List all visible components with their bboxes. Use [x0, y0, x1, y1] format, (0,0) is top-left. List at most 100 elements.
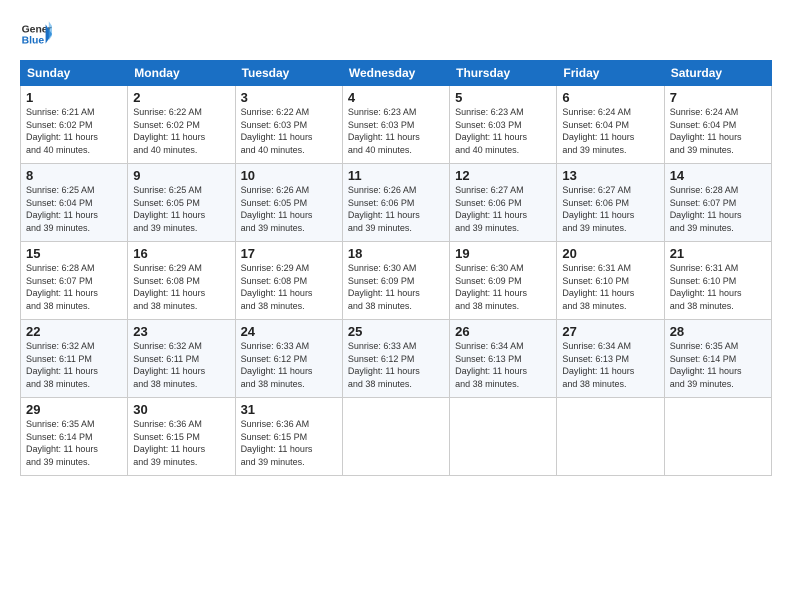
calendar-cell: 13Sunrise: 6:27 AMSunset: 6:06 PMDayligh… — [557, 164, 664, 242]
calendar-cell: 11Sunrise: 6:26 AMSunset: 6:06 PMDayligh… — [342, 164, 449, 242]
calendar-cell: 12Sunrise: 6:27 AMSunset: 6:06 PMDayligh… — [450, 164, 557, 242]
calendar-cell — [664, 398, 771, 476]
calendar-week-row: 29Sunrise: 6:35 AMSunset: 6:14 PMDayligh… — [21, 398, 772, 476]
cell-info: Sunrise: 6:28 AMSunset: 6:07 PMDaylight:… — [670, 184, 766, 234]
day-number: 19 — [455, 246, 551, 261]
calendar-cell: 18Sunrise: 6:30 AMSunset: 6:09 PMDayligh… — [342, 242, 449, 320]
cell-info: Sunrise: 6:28 AMSunset: 6:07 PMDaylight:… — [26, 262, 122, 312]
day-number: 1 — [26, 90, 122, 105]
day-number: 11 — [348, 168, 444, 183]
calendar-cell: 15Sunrise: 6:28 AMSunset: 6:07 PMDayligh… — [21, 242, 128, 320]
cell-info: Sunrise: 6:26 AMSunset: 6:05 PMDaylight:… — [241, 184, 337, 234]
cell-info: Sunrise: 6:33 AMSunset: 6:12 PMDaylight:… — [241, 340, 337, 390]
calendar-cell: 6Sunrise: 6:24 AMSunset: 6:04 PMDaylight… — [557, 86, 664, 164]
cell-info: Sunrise: 6:35 AMSunset: 6:14 PMDaylight:… — [26, 418, 122, 468]
calendar-header-wednesday: Wednesday — [342, 61, 449, 86]
day-number: 25 — [348, 324, 444, 339]
day-number: 23 — [133, 324, 229, 339]
day-number: 21 — [670, 246, 766, 261]
calendar-cell: 8Sunrise: 6:25 AMSunset: 6:04 PMDaylight… — [21, 164, 128, 242]
cell-info: Sunrise: 6:31 AMSunset: 6:10 PMDaylight:… — [562, 262, 658, 312]
calendar-week-row: 15Sunrise: 6:28 AMSunset: 6:07 PMDayligh… — [21, 242, 772, 320]
cell-info: Sunrise: 6:27 AMSunset: 6:06 PMDaylight:… — [455, 184, 551, 234]
cell-info: Sunrise: 6:24 AMSunset: 6:04 PMDaylight:… — [562, 106, 658, 156]
day-number: 20 — [562, 246, 658, 261]
day-number: 8 — [26, 168, 122, 183]
calendar-week-row: 8Sunrise: 6:25 AMSunset: 6:04 PMDaylight… — [21, 164, 772, 242]
day-number: 9 — [133, 168, 229, 183]
calendar-cell: 16Sunrise: 6:29 AMSunset: 6:08 PMDayligh… — [128, 242, 235, 320]
day-number: 18 — [348, 246, 444, 261]
calendar-cell: 26Sunrise: 6:34 AMSunset: 6:13 PMDayligh… — [450, 320, 557, 398]
day-number: 22 — [26, 324, 122, 339]
calendar-cell: 28Sunrise: 6:35 AMSunset: 6:14 PMDayligh… — [664, 320, 771, 398]
calendar-cell: 1Sunrise: 6:21 AMSunset: 6:02 PMDaylight… — [21, 86, 128, 164]
cell-info: Sunrise: 6:24 AMSunset: 6:04 PMDaylight:… — [670, 106, 766, 156]
day-number: 7 — [670, 90, 766, 105]
calendar-cell: 29Sunrise: 6:35 AMSunset: 6:14 PMDayligh… — [21, 398, 128, 476]
day-number: 24 — [241, 324, 337, 339]
cell-info: Sunrise: 6:34 AMSunset: 6:13 PMDaylight:… — [455, 340, 551, 390]
calendar-cell: 19Sunrise: 6:30 AMSunset: 6:09 PMDayligh… — [450, 242, 557, 320]
cell-info: Sunrise: 6:23 AMSunset: 6:03 PMDaylight:… — [348, 106, 444, 156]
calendar-header-thursday: Thursday — [450, 61, 557, 86]
calendar-cell: 27Sunrise: 6:34 AMSunset: 6:13 PMDayligh… — [557, 320, 664, 398]
day-number: 27 — [562, 324, 658, 339]
cell-info: Sunrise: 6:32 AMSunset: 6:11 PMDaylight:… — [26, 340, 122, 390]
calendar-cell: 7Sunrise: 6:24 AMSunset: 6:04 PMDaylight… — [664, 86, 771, 164]
day-number: 31 — [241, 402, 337, 417]
cell-info: Sunrise: 6:34 AMSunset: 6:13 PMDaylight:… — [562, 340, 658, 390]
day-number: 10 — [241, 168, 337, 183]
calendar-cell: 2Sunrise: 6:22 AMSunset: 6:02 PMDaylight… — [128, 86, 235, 164]
calendar-header-friday: Friday — [557, 61, 664, 86]
page: General Blue SundayMondayTuesdayWednesda… — [0, 0, 792, 612]
calendar-header-monday: Monday — [128, 61, 235, 86]
day-number: 15 — [26, 246, 122, 261]
calendar-cell: 10Sunrise: 6:26 AMSunset: 6:05 PMDayligh… — [235, 164, 342, 242]
calendar-header-sunday: Sunday — [21, 61, 128, 86]
logo-icon: General Blue — [20, 18, 52, 50]
calendar-header-saturday: Saturday — [664, 61, 771, 86]
cell-info: Sunrise: 6:35 AMSunset: 6:14 PMDaylight:… — [670, 340, 766, 390]
header: General Blue — [20, 18, 772, 50]
calendar-cell: 31Sunrise: 6:36 AMSunset: 6:15 PMDayligh… — [235, 398, 342, 476]
calendar-header-tuesday: Tuesday — [235, 61, 342, 86]
calendar-cell: 30Sunrise: 6:36 AMSunset: 6:15 PMDayligh… — [128, 398, 235, 476]
calendar-header-row: SundayMondayTuesdayWednesdayThursdayFrid… — [21, 61, 772, 86]
day-number: 4 — [348, 90, 444, 105]
svg-text:Blue: Blue — [22, 36, 45, 47]
cell-info: Sunrise: 6:22 AMSunset: 6:02 PMDaylight:… — [133, 106, 229, 156]
calendar-cell: 3Sunrise: 6:22 AMSunset: 6:03 PMDaylight… — [235, 86, 342, 164]
cell-info: Sunrise: 6:32 AMSunset: 6:11 PMDaylight:… — [133, 340, 229, 390]
calendar-cell: 24Sunrise: 6:33 AMSunset: 6:12 PMDayligh… — [235, 320, 342, 398]
cell-info: Sunrise: 6:25 AMSunset: 6:05 PMDaylight:… — [133, 184, 229, 234]
cell-info: Sunrise: 6:26 AMSunset: 6:06 PMDaylight:… — [348, 184, 444, 234]
calendar-cell: 17Sunrise: 6:29 AMSunset: 6:08 PMDayligh… — [235, 242, 342, 320]
calendar-cell: 20Sunrise: 6:31 AMSunset: 6:10 PMDayligh… — [557, 242, 664, 320]
cell-info: Sunrise: 6:27 AMSunset: 6:06 PMDaylight:… — [562, 184, 658, 234]
cell-info: Sunrise: 6:25 AMSunset: 6:04 PMDaylight:… — [26, 184, 122, 234]
day-number: 14 — [670, 168, 766, 183]
cell-info: Sunrise: 6:23 AMSunset: 6:03 PMDaylight:… — [455, 106, 551, 156]
cell-info: Sunrise: 6:30 AMSunset: 6:09 PMDaylight:… — [455, 262, 551, 312]
day-number: 28 — [670, 324, 766, 339]
calendar-cell: 9Sunrise: 6:25 AMSunset: 6:05 PMDaylight… — [128, 164, 235, 242]
cell-info: Sunrise: 6:29 AMSunset: 6:08 PMDaylight:… — [241, 262, 337, 312]
day-number: 5 — [455, 90, 551, 105]
day-number: 26 — [455, 324, 551, 339]
calendar-cell — [342, 398, 449, 476]
day-number: 29 — [26, 402, 122, 417]
cell-info: Sunrise: 6:36 AMSunset: 6:15 PMDaylight:… — [133, 418, 229, 468]
day-number: 3 — [241, 90, 337, 105]
calendar-week-row: 1Sunrise: 6:21 AMSunset: 6:02 PMDaylight… — [21, 86, 772, 164]
cell-info: Sunrise: 6:31 AMSunset: 6:10 PMDaylight:… — [670, 262, 766, 312]
day-number: 16 — [133, 246, 229, 261]
calendar-cell: 25Sunrise: 6:33 AMSunset: 6:12 PMDayligh… — [342, 320, 449, 398]
cell-info: Sunrise: 6:33 AMSunset: 6:12 PMDaylight:… — [348, 340, 444, 390]
calendar-cell — [450, 398, 557, 476]
day-number: 2 — [133, 90, 229, 105]
cell-info: Sunrise: 6:29 AMSunset: 6:08 PMDaylight:… — [133, 262, 229, 312]
day-number: 12 — [455, 168, 551, 183]
day-number: 6 — [562, 90, 658, 105]
day-number: 30 — [133, 402, 229, 417]
